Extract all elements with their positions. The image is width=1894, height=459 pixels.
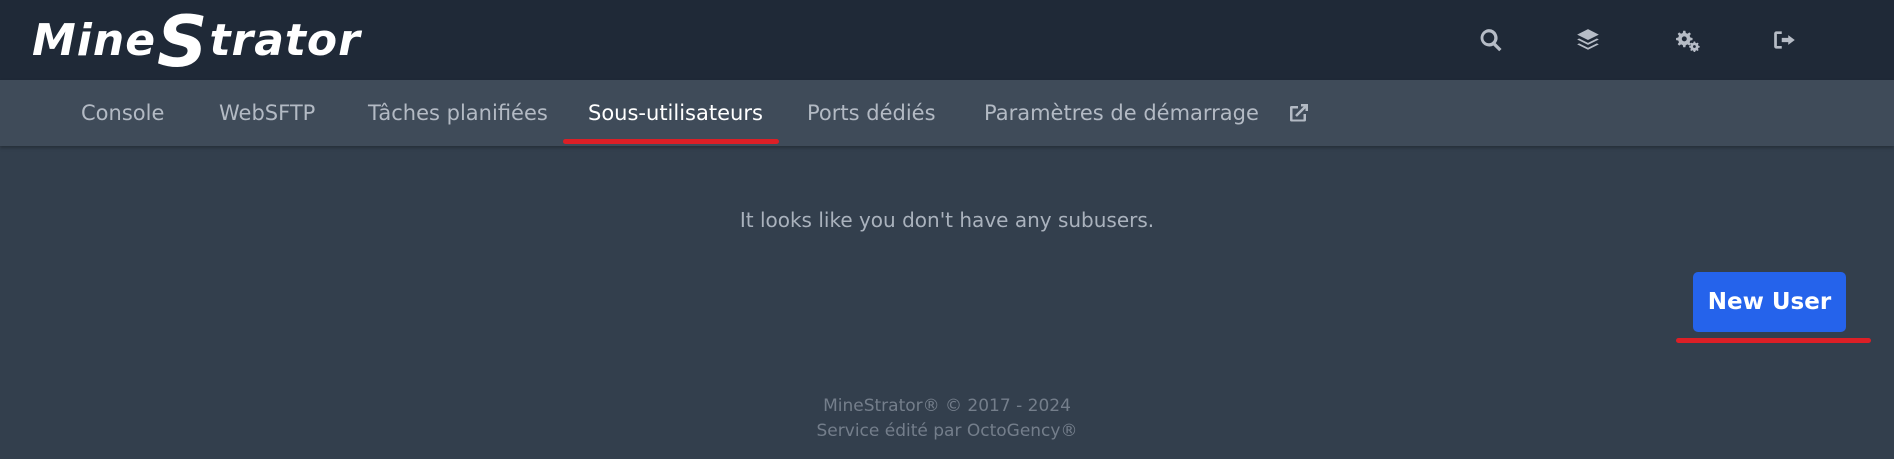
tab-subusers[interactable]: Sous-utilisateurs (588, 80, 763, 146)
tab-scheduled-tasks[interactable]: Tâches planifiées (368, 80, 548, 146)
tab-label: Paramètres de démarrage (984, 101, 1259, 125)
logo-text-part1: Mine (32, 14, 157, 66)
footer: MineStrator® © 2017 - 2024 Service édité… (0, 394, 1894, 444)
external-link-icon[interactable] (1287, 101, 1313, 127)
logo-text-s: S (157, 1, 209, 83)
footer-publisher: Service édité par OctoGency® (816, 421, 1078, 441)
tab-label: Console (81, 101, 165, 125)
tab-dedicated-ports[interactable]: Ports dédiés (807, 80, 936, 146)
new-user-highlight (1676, 338, 1871, 343)
logout-icon[interactable] (1767, 22, 1803, 58)
cogs-icon[interactable] (1669, 22, 1705, 58)
tab-label: Ports dédiés (807, 101, 936, 125)
new-user-button[interactable]: New User (1693, 272, 1846, 332)
logo-text-part2: trator (209, 14, 361, 66)
tab-label: Tâches planifiées (368, 101, 548, 125)
tab-console[interactable]: Console (81, 80, 164, 146)
tab-websftp[interactable]: WebSFTP (219, 80, 315, 146)
active-tab-highlight (563, 139, 779, 144)
footer-copyright: MineStrator® © 2017 - 2024 (823, 396, 1071, 416)
tab-label: Sous-utilisateurs (588, 101, 763, 125)
top-bar: Mine Strator (0, 0, 1894, 80)
tab-startup-parameters[interactable]: Paramètres de démarrage (984, 80, 1259, 146)
tab-label: WebSFTP (219, 101, 316, 125)
search-icon[interactable] (1473, 22, 1509, 58)
tab-bar: Console WebSFTP Tâches planifiées Sous-u… (0, 80, 1894, 146)
minestrator-logo[interactable]: Mine Strator (32, 1, 361, 83)
layers-icon[interactable] (1570, 22, 1606, 58)
empty-subusers-message: It looks like you don't have any subuser… (739, 208, 1155, 232)
